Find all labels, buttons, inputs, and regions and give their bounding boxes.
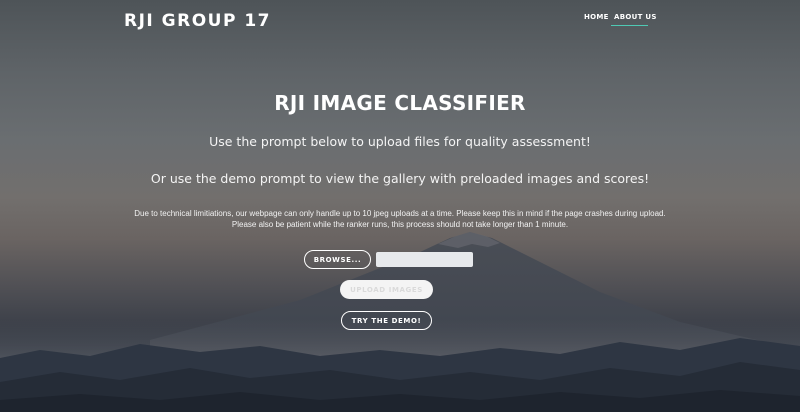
nav-about-link[interactable]: ABOUT US [614, 13, 657, 21]
browse-button[interactable]: BROWSE... [304, 250, 371, 269]
upload-images-button[interactable]: UPLOAD IMAGES [340, 280, 433, 299]
selected-files-field[interactable] [376, 252, 473, 267]
nav-home-link[interactable]: HOME [584, 13, 609, 21]
upload-intro-text: Use the prompt below to upload files for… [209, 134, 591, 149]
upload-limit-notice: Due to technical limitiations, our webpa… [134, 209, 666, 218]
mountain-background-image [0, 232, 800, 412]
brand-logo-text[interactable]: RJI GROUP 17 [124, 11, 271, 31]
page-title: RJI IMAGE CLASSIFIER [274, 91, 526, 115]
patience-notice: Please also be patient while the ranker … [231, 220, 569, 229]
top-navbar: RJI GROUP 17 HOME ABOUT US [0, 0, 800, 42]
nav-active-underline [611, 25, 648, 26]
page: RJI GROUP 17 HOME ABOUT US RJI IMAGE CLA… [0, 0, 800, 412]
demo-intro-text: Or use the demo prompt to view the galle… [150, 171, 650, 186]
try-demo-button[interactable]: TRY THE DEMO! [341, 311, 432, 330]
